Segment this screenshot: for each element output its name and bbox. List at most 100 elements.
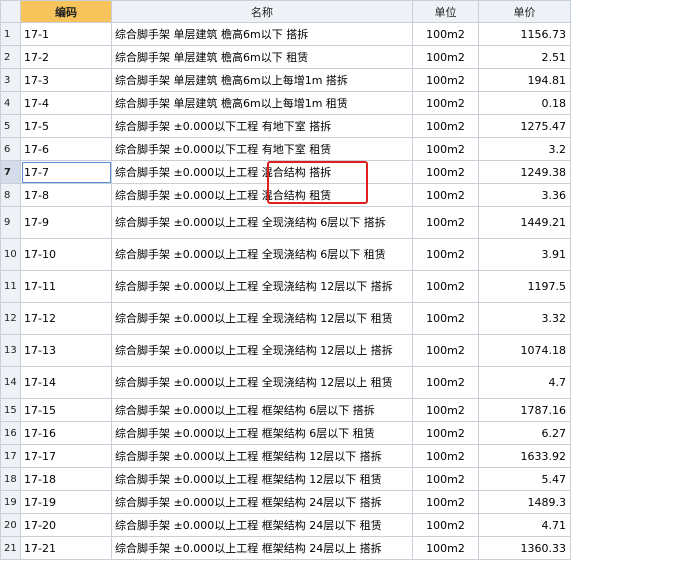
code-cell[interactable]: 17-3 bbox=[20, 68, 112, 92]
unit-cell[interactable]: 100m2 bbox=[412, 513, 479, 537]
table-row[interactable]: 10 17-10 综合脚手架 ±0.000以上工程 全现浇结构 6层以下 租赁 100… bbox=[0, 238, 571, 271]
code-cell[interactable]: 17-17 bbox=[20, 444, 112, 468]
code-cell[interactable]: 17-11 bbox=[20, 270, 112, 303]
price-cell[interactable]: 1156.73 bbox=[478, 22, 571, 46]
name-cell[interactable]: 综合脚手架 ±0.000以下工程 有地下室 搭拆 bbox=[111, 114, 413, 138]
price-cell[interactable]: 1074.18 bbox=[478, 334, 571, 367]
name-cell[interactable]: 综合脚手架 ±0.000以上工程 全现浇结构 12层以上 租赁 bbox=[111, 366, 413, 399]
code-cell[interactable]: 17-8 bbox=[20, 183, 112, 207]
name-cell[interactable]: 综合脚手架 单层建筑 檐高6m以上每增1m 搭拆 bbox=[111, 68, 413, 92]
header-index[interactable] bbox=[0, 0, 21, 23]
price-cell[interactable]: 1633.92 bbox=[478, 444, 571, 468]
row-number[interactable]: 14 bbox=[0, 366, 21, 399]
row-number[interactable]: 19 bbox=[0, 490, 21, 514]
table-row[interactable]: 17 17-17 综合脚手架 ±0.000以上工程 框架结构 12层以下 搭拆 100… bbox=[0, 444, 571, 468]
table-row[interactable]: 5 17-5 综合脚手架 ±0.000以下工程 有地下室 搭拆 100m2 1275.4… bbox=[0, 114, 571, 138]
name-cell[interactable]: 综合脚手架 ±0.000以上工程 全现浇结构 12层以下 租赁 bbox=[111, 302, 413, 335]
unit-cell[interactable]: 100m2 bbox=[412, 444, 479, 468]
row-number[interactable]: 7 bbox=[0, 160, 21, 184]
price-cell[interactable]: 1787.16 bbox=[478, 398, 571, 422]
unit-cell[interactable]: 100m2 bbox=[412, 366, 479, 399]
unit-cell[interactable]: 100m2 bbox=[412, 137, 479, 161]
price-cell[interactable]: 194.81 bbox=[478, 68, 571, 92]
name-cell[interactable]: 综合脚手架 ±0.000以上工程 框架结构 12层以下 搭拆 bbox=[111, 444, 413, 468]
code-cell[interactable]: 17-2 bbox=[20, 45, 112, 69]
price-cell[interactable]: 5.47 bbox=[478, 467, 571, 491]
table-row[interactable]: 15 17-15 综合脚手架 ±0.000以上工程 框架结构 6层以下 搭拆 100m… bbox=[0, 398, 571, 422]
row-number[interactable]: 9 bbox=[0, 206, 21, 239]
name-cell[interactable]: 综合脚手架 ±0.000以上工程 框架结构 6层以下 搭拆 bbox=[111, 398, 413, 422]
row-number[interactable]: 12 bbox=[0, 302, 21, 335]
code-cell[interactable]: 17-5 bbox=[20, 114, 112, 138]
row-number[interactable]: 11 bbox=[0, 270, 21, 303]
table-row[interactable]: 9 17-9 综合脚手架 ±0.000以上工程 全现浇结构 6层以下 搭拆 100m2… bbox=[0, 206, 571, 239]
unit-cell[interactable]: 100m2 bbox=[412, 183, 479, 207]
unit-cell[interactable]: 100m2 bbox=[412, 334, 479, 367]
unit-cell[interactable]: 100m2 bbox=[412, 68, 479, 92]
code-cell[interactable]: 17-20 bbox=[20, 513, 112, 537]
header-unit[interactable]: 单位 bbox=[412, 0, 479, 23]
name-cell[interactable]: 综合脚手架 ±0.000以上工程 全现浇结构 6层以下 搭拆 bbox=[111, 206, 413, 239]
row-number[interactable]: 13 bbox=[0, 334, 21, 367]
unit-cell[interactable]: 100m2 bbox=[412, 22, 479, 46]
name-cell[interactable]: 综合脚手架 单层建筑 檐高6m以下 搭拆 bbox=[111, 22, 413, 46]
unit-cell[interactable]: 100m2 bbox=[412, 270, 479, 303]
price-cell[interactable]: 1489.3 bbox=[478, 490, 571, 514]
row-number[interactable]: 16 bbox=[0, 421, 21, 445]
price-cell[interactable]: 0.18 bbox=[478, 91, 571, 115]
code-cell[interactable]: 17-19 bbox=[20, 490, 112, 514]
name-cell[interactable]: 综合脚手架 ±0.000以上工程 混合结构 搭拆 bbox=[111, 160, 413, 184]
row-number[interactable]: 21 bbox=[0, 536, 21, 560]
table-row[interactable]: 21 17-21 综合脚手架 ±0.000以上工程 框架结构 24层以上 搭拆 100… bbox=[0, 536, 571, 560]
price-cell[interactable]: 3.36 bbox=[478, 183, 571, 207]
code-cell[interactable]: 17-16 bbox=[20, 421, 112, 445]
row-number[interactable]: 5 bbox=[0, 114, 21, 138]
code-cell[interactable]: 17-21 bbox=[20, 536, 112, 560]
unit-cell[interactable]: 100m2 bbox=[412, 398, 479, 422]
code-cell[interactable]: 17-18 bbox=[20, 467, 112, 491]
unit-cell[interactable]: 100m2 bbox=[412, 302, 479, 335]
row-number[interactable]: 15 bbox=[0, 398, 21, 422]
table-row[interactable]: 12 17-12 综合脚手架 ±0.000以上工程 全现浇结构 12层以下 租赁 10… bbox=[0, 302, 571, 335]
name-cell[interactable]: 综合脚手架 ±0.000以下工程 有地下室 租赁 bbox=[111, 137, 413, 161]
name-cell[interactable]: 综合脚手架 单层建筑 檐高6m以上每增1m 租赁 bbox=[111, 91, 413, 115]
table-row[interactable]: 1 17-1 综合脚手架 单层建筑 檐高6m以下 搭拆 100m2 1156.73 bbox=[0, 22, 571, 46]
unit-cell[interactable]: 100m2 bbox=[412, 490, 479, 514]
name-cell[interactable]: 综合脚手架 ±0.000以上工程 混合结构 租赁 bbox=[111, 183, 413, 207]
unit-cell[interactable]: 100m2 bbox=[412, 536, 479, 560]
code-cell[interactable]: 17-7 bbox=[20, 160, 112, 184]
code-cell[interactable]: 17-12 bbox=[20, 302, 112, 335]
table-row[interactable]: 20 17-20 综合脚手架 ±0.000以上工程 框架结构 24层以下 租赁 100… bbox=[0, 513, 571, 537]
table-row[interactable]: 4 17-4 综合脚手架 单层建筑 檐高6m以上每增1m 租赁 100m2 0.18 bbox=[0, 91, 571, 115]
price-cell[interactable]: 4.7 bbox=[478, 366, 571, 399]
table-row[interactable]: 8 17-8 综合脚手架 ±0.000以上工程 混合结构 租赁 100m2 3.36 bbox=[0, 183, 571, 207]
code-cell[interactable]: 17-4 bbox=[20, 91, 112, 115]
row-number[interactable]: 6 bbox=[0, 137, 21, 161]
table-row[interactable]: 6 17-6 综合脚手架 ±0.000以下工程 有地下室 租赁 100m2 3.2 bbox=[0, 137, 571, 161]
row-number[interactable]: 3 bbox=[0, 68, 21, 92]
unit-cell[interactable]: 100m2 bbox=[412, 238, 479, 271]
header-code[interactable]: 编码 bbox=[20, 0, 112, 23]
code-cell[interactable]: 17-1 bbox=[20, 22, 112, 46]
name-cell[interactable]: 综合脚手架 ±0.000以上工程 框架结构 24层以上 搭拆 bbox=[111, 536, 413, 560]
unit-cell[interactable]: 100m2 bbox=[412, 91, 479, 115]
unit-cell[interactable]: 100m2 bbox=[412, 160, 479, 184]
unit-cell[interactable]: 100m2 bbox=[412, 421, 479, 445]
price-cell[interactable]: 1249.38 bbox=[478, 160, 571, 184]
name-cell[interactable]: 综合脚手架 ±0.000以上工程 框架结构 24层以下 搭拆 bbox=[111, 490, 413, 514]
table-row[interactable]: 11 17-11 综合脚手架 ±0.000以上工程 全现浇结构 12层以下 搭拆 10… bbox=[0, 270, 571, 303]
row-number[interactable]: 8 bbox=[0, 183, 21, 207]
price-cell[interactable]: 1360.33 bbox=[478, 536, 571, 560]
name-cell[interactable]: 综合脚手架 单层建筑 檐高6m以下 租赁 bbox=[111, 45, 413, 69]
row-number[interactable]: 4 bbox=[0, 91, 21, 115]
name-cell[interactable]: 综合脚手架 ±0.000以上工程 全现浇结构 6层以下 租赁 bbox=[111, 238, 413, 271]
table-row[interactable]: 3 17-3 综合脚手架 单层建筑 檐高6m以上每增1m 搭拆 100m2 194.81 bbox=[0, 68, 571, 92]
row-number[interactable]: 20 bbox=[0, 513, 21, 537]
name-cell[interactable]: 综合脚手架 ±0.000以上工程 全现浇结构 12层以上 搭拆 bbox=[111, 334, 413, 367]
row-number[interactable]: 17 bbox=[0, 444, 21, 468]
name-cell[interactable]: 综合脚手架 ±0.000以上工程 框架结构 12层以下 租赁 bbox=[111, 467, 413, 491]
price-cell[interactable]: 1197.5 bbox=[478, 270, 571, 303]
table-row[interactable]: 19 17-19 综合脚手架 ±0.000以上工程 框架结构 24层以下 搭拆 100… bbox=[0, 490, 571, 514]
code-cell[interactable]: 17-14 bbox=[20, 366, 112, 399]
price-cell[interactable]: 4.71 bbox=[478, 513, 571, 537]
